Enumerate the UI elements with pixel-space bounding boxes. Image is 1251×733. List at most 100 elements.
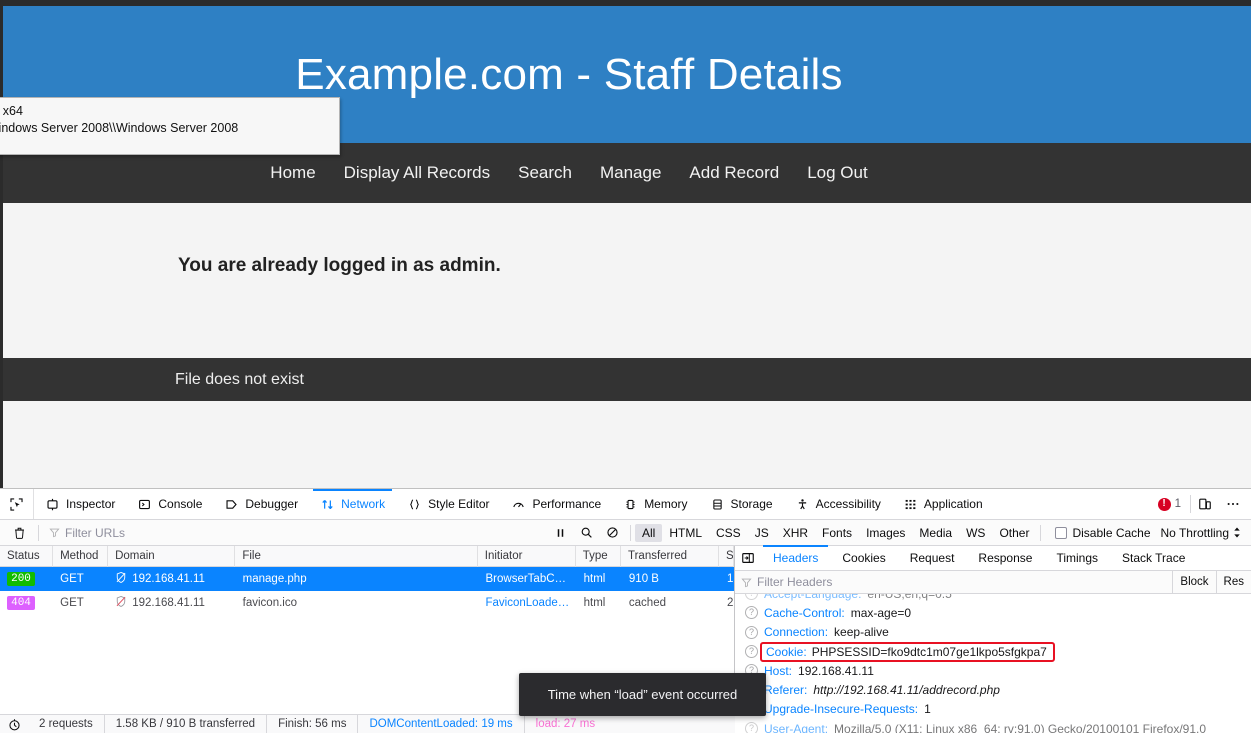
- block-requests-button[interactable]: [600, 522, 626, 544]
- pause-requests-button[interactable]: [548, 522, 574, 544]
- column-header-file[interactable]: File: [235, 545, 478, 567]
- help-icon[interactable]: ?: [745, 645, 758, 659]
- column-header-method[interactable]: Method: [53, 545, 109, 567]
- inspector-icon: [45, 497, 60, 512]
- details-tab-stack-trace[interactable]: Stack Trace: [1110, 546, 1197, 570]
- type-filter-css[interactable]: CSS: [709, 524, 748, 542]
- row-domain-text: 192.168.41.11: [132, 597, 205, 610]
- tab-debugger[interactable]: Debugger: [213, 489, 309, 519]
- filter-headers-placeholder[interactable]: Filter Headers: [757, 575, 832, 589]
- type-filter-xhr[interactable]: XHR: [776, 524, 815, 542]
- network-table-header: Status Method Domain File Initiator Type…: [0, 545, 734, 567]
- type-filter-js[interactable]: JS: [748, 524, 776, 542]
- type-filter-other[interactable]: Other: [992, 524, 1036, 542]
- tab-performance[interactable]: Performance: [500, 489, 612, 519]
- tab-network[interactable]: Network: [309, 489, 396, 519]
- tab-style-editor[interactable]: Style Editor: [396, 489, 500, 519]
- filter-urls-placeholder: Filter URLs: [65, 525, 126, 540]
- row-status: 200: [0, 572, 53, 586]
- nav-link-log-out[interactable]: Log Out: [807, 163, 868, 183]
- status-load-event[interactable]: load: 27 ms: [525, 715, 606, 733]
- status-badge: 404: [7, 596, 35, 610]
- column-header-initiator[interactable]: Initiator: [478, 545, 576, 567]
- header-row-referer[interactable]: ? Referer: http://192.168.41.11/addrecor…: [735, 680, 1251, 699]
- tab-accessibility[interactable]: Accessibility: [784, 489, 892, 519]
- header-row-user-agent[interactable]: ? User-Agent: Mozilla/5.0 (X11; Linux x8…: [735, 719, 1251, 733]
- header-row-cookie[interactable]: ? Cookie: PHPSESSID=fko9dtc1m07ge1lkpo5s…: [735, 641, 1251, 662]
- tab-memory[interactable]: Memory: [612, 489, 698, 519]
- tab-console[interactable]: Console: [126, 489, 213, 519]
- type-filter-html[interactable]: HTML: [662, 524, 709, 542]
- tab-storage[interactable]: Storage: [699, 489, 784, 519]
- search-requests-button[interactable]: [574, 522, 600, 544]
- page-footer-bar: File does not exist: [3, 358, 1251, 401]
- nav-link-home[interactable]: Home: [270, 163, 315, 183]
- header-value: 1: [924, 702, 931, 717]
- error-count-badge[interactable]: ! 1: [1149, 497, 1190, 511]
- column-header-type[interactable]: Type: [576, 545, 621, 567]
- details-tab-cookies[interactable]: Cookies: [830, 546, 897, 570]
- header-row-accept-language[interactable]: ? Accept-Language: en-US,en;q=0.5: [735, 594, 1251, 603]
- details-tab-request[interactable]: Request: [898, 546, 967, 570]
- row-domain: 192.168.41.11: [108, 571, 235, 587]
- responsive-design-mode-button[interactable]: [1191, 489, 1219, 520]
- disable-cache-checkbox[interactable]: Disable Cache: [1045, 526, 1160, 540]
- block-button[interactable]: Block: [1172, 571, 1215, 593]
- type-filter-fonts[interactable]: Fonts: [815, 524, 859, 542]
- filter-icon: [49, 528, 60, 538]
- filter-urls-input[interactable]: Filter URLs: [43, 526, 523, 540]
- type-filter-all[interactable]: All: [634, 523, 663, 542]
- header-row-connection[interactable]: ? Connection: keep-alive: [735, 623, 1251, 642]
- status-finish-time: Finish: 56 ms: [267, 714, 359, 733]
- row-initiator: BrowserTabChi…: [485, 573, 575, 585]
- help-icon[interactable]: ?: [745, 606, 758, 620]
- type-filter-images[interactable]: Images: [859, 524, 912, 542]
- help-icon[interactable]: ?: [745, 625, 758, 639]
- clear-requests-button[interactable]: [4, 526, 34, 540]
- header-row-cache-control[interactable]: ? Cache-Control: max-age=0: [735, 603, 1251, 622]
- column-header-transferred[interactable]: Transferred: [621, 545, 719, 567]
- row-domain: 192.168.41.11: [108, 595, 235, 611]
- nav-link-display-all-records[interactable]: Display All Records: [344, 163, 490, 183]
- disable-cache-label: Disable Cache: [1072, 525, 1151, 540]
- table-row[interactable]: 404 GET 192.168.41.11 favicon.ico Favico…: [0, 591, 734, 615]
- expand-pane-button[interactable]: [735, 546, 761, 570]
- nav-link-add-record[interactable]: Add Record: [689, 163, 779, 183]
- header-value: keep-alive: [834, 625, 889, 640]
- help-icon[interactable]: ?: [745, 722, 758, 733]
- os-vm-tooltip: Windows Server 2008 x64 D:\\虚拟机\\hack域\\…: [0, 97, 340, 155]
- header-row-upgrade-insecure-requests[interactable]: ? Upgrade-Insecure-Requests: 1: [735, 700, 1251, 719]
- help-icon[interactable]: ?: [745, 594, 758, 601]
- table-row[interactable]: 200 GET 192.168.41.11 manage.php Browser…: [0, 567, 734, 591]
- header-row-host[interactable]: ? Host: 192.168.41.11: [735, 661, 1251, 680]
- type-filter-media[interactable]: Media: [912, 524, 959, 542]
- column-header-size[interactable]: Size: [719, 545, 734, 567]
- details-tab-timings[interactable]: Timings: [1044, 546, 1110, 570]
- element-picker-button[interactable]: [0, 489, 34, 519]
- tab-inspector[interactable]: Inspector: [34, 489, 126, 519]
- headers-filter-bar: Filter Headers Block Res: [735, 571, 1251, 594]
- error-count-label: 1: [1174, 498, 1181, 510]
- devtools-tabbar-right: ! 1: [1149, 489, 1251, 519]
- request-details-pane: Headers Cookies Request Response Timings…: [735, 545, 1251, 733]
- nav-link-manage[interactable]: Manage: [600, 163, 661, 183]
- tab-application[interactable]: Application: [892, 489, 994, 519]
- status-requests-count: 2 requests: [28, 714, 105, 733]
- request-headers-list: ? Accept-Language: en-US,en;q=0.5 ? Cach…: [735, 594, 1251, 733]
- filterbar-divider: [38, 524, 39, 541]
- nav-link-search[interactable]: Search: [518, 163, 572, 183]
- details-tab-response[interactable]: Response: [966, 546, 1044, 570]
- network-filter-toolbar: Filter URLs All HTML CSS JS XHR Fonts Im…: [0, 520, 1251, 546]
- devtools-menu-button[interactable]: [1219, 489, 1247, 520]
- throttling-select[interactable]: No Throttling: [1161, 526, 1247, 540]
- column-header-domain[interactable]: Domain: [108, 545, 236, 567]
- resend-button[interactable]: Res: [1215, 571, 1251, 593]
- timing-icon: [0, 718, 28, 731]
- row-initiator[interactable]: FaviconLoader.…: [479, 597, 577, 609]
- header-name: Host:: [764, 663, 793, 678]
- header-value: 192.168.41.11: [798, 663, 874, 678]
- column-header-status[interactable]: Status: [0, 545, 54, 567]
- details-tab-headers[interactable]: Headers: [761, 545, 830, 570]
- tab-memory-label: Memory: [644, 497, 688, 511]
- type-filter-ws[interactable]: WS: [959, 524, 992, 542]
